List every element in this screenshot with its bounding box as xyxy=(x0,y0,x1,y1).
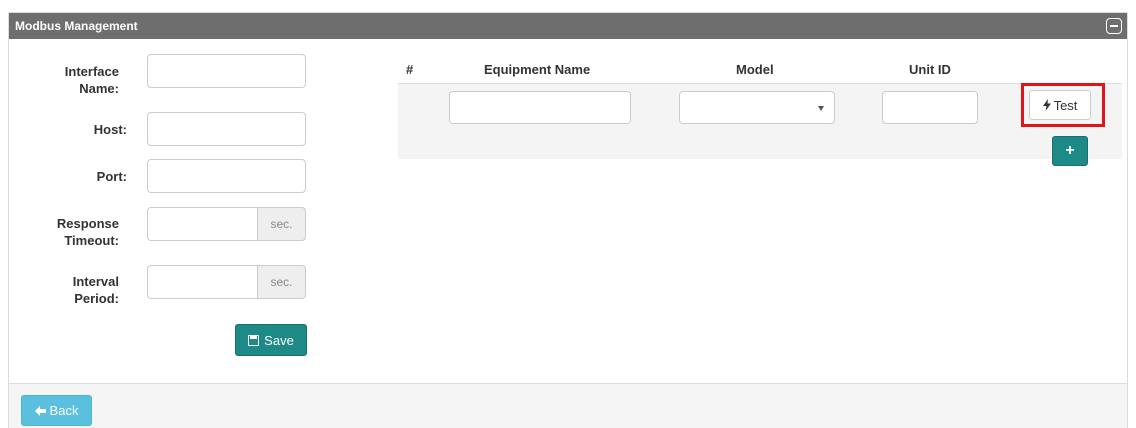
floppy-disk-icon xyxy=(248,334,260,346)
interval-period-label: Interval Period: xyxy=(72,274,119,306)
host-input[interactable] xyxy=(147,112,306,146)
save-button[interactable]: Save xyxy=(235,324,307,356)
response-timeout-unit: sec. xyxy=(257,207,306,241)
plus-icon: + xyxy=(1065,142,1075,159)
back-label: Back xyxy=(49,403,79,418)
column-header-number: # xyxy=(406,62,414,77)
add-row-button[interactable]: + xyxy=(1052,136,1088,166)
modbus-management-panel: Modbus Management Interface Name: Host: … xyxy=(8,12,1128,428)
port-label: Port: xyxy=(96,169,127,184)
arrow-left-icon xyxy=(34,405,46,416)
panel-footer: Back xyxy=(9,383,1127,428)
port-input[interactable] xyxy=(147,159,306,193)
response-timeout-input[interactable] xyxy=(147,207,257,241)
interval-period-input[interactable] xyxy=(147,265,257,299)
model-select[interactable] xyxy=(679,91,835,124)
chevron-down-icon xyxy=(818,106,824,111)
interval-period-unit: sec. xyxy=(257,265,306,299)
lightning-bolt-icon xyxy=(1042,99,1051,111)
interval-period-group: sec. xyxy=(147,265,306,299)
column-header-equipment-name: Equipment Name xyxy=(484,62,591,77)
column-header-unit-id: Unit ID xyxy=(909,62,951,77)
host-label: Host: xyxy=(93,122,127,137)
panel-title: Modbus Management xyxy=(15,19,138,33)
response-timeout-group: sec. xyxy=(147,207,306,241)
test-label: Test xyxy=(1053,97,1078,113)
save-label: Save xyxy=(264,332,294,348)
test-button[interactable]: Test xyxy=(1029,90,1091,120)
interface-name-input[interactable] xyxy=(147,54,306,88)
minus-square-icon[interactable] xyxy=(1106,18,1122,34)
equipment-name-input[interactable] xyxy=(449,91,631,124)
unit-id-input[interactable] xyxy=(882,91,978,124)
panel-header: Modbus Management xyxy=(9,13,1127,39)
back-button[interactable]: Back xyxy=(21,395,92,426)
response-timeout-label: Response Timeout: xyxy=(56,216,119,248)
column-header-model: Model xyxy=(736,62,774,77)
interface-name-label: Interface Name: xyxy=(64,64,119,96)
equipment-table: # Equipment Name Model Unit ID Test + xyxy=(398,54,1122,166)
